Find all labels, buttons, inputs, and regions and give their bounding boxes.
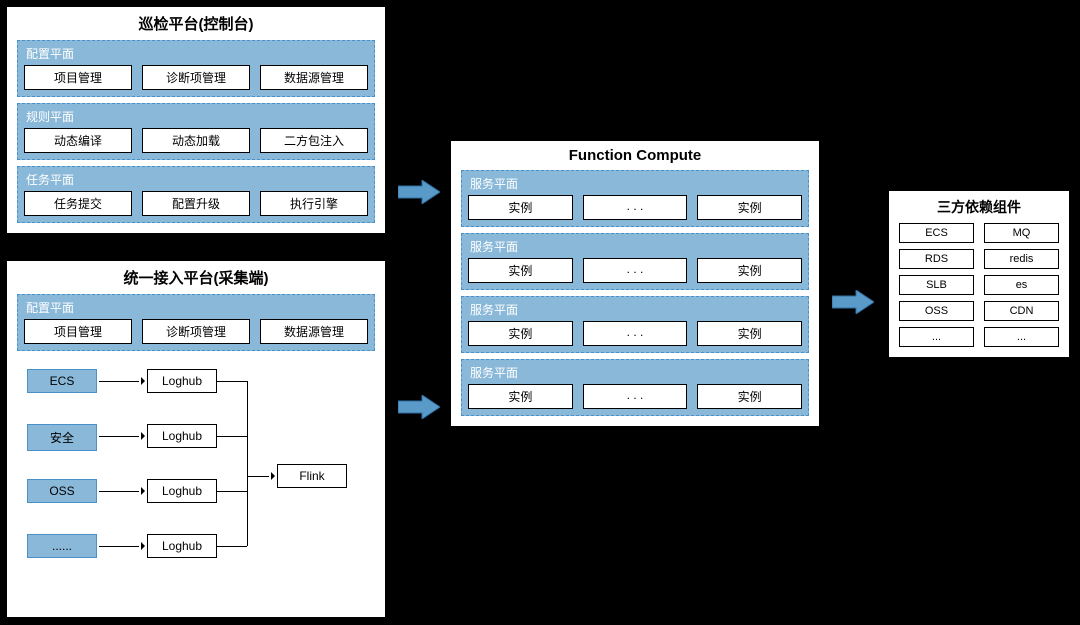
rule-plane: 规则平面 动态编译 动态加载 二方包注入 xyxy=(17,103,375,160)
dep-item: ... xyxy=(899,327,974,347)
access-title: 统一接入平台(采集端) xyxy=(17,267,375,288)
arrow-icon xyxy=(99,486,145,496)
instance-dots: . . . xyxy=(583,321,688,346)
plane-title: 配置平面 xyxy=(24,45,368,62)
instance-dots: . . . xyxy=(583,258,688,283)
instance-box: 实例 xyxy=(697,195,802,220)
rule-item: 二方包注入 xyxy=(260,128,368,153)
config-item: 诊断项管理 xyxy=(142,65,250,90)
access-panel: 统一接入平台(采集端) 配置平面 项目管理 诊断项管理 数据源管理 ECS 安全… xyxy=(6,260,386,618)
fc-panel: Function Compute 服务平面 实例 . . . 实例 服务平面 实… xyxy=(450,140,820,427)
dep-item: redis xyxy=(984,249,1059,269)
service-plane: 服务平面 实例 . . . 实例 xyxy=(461,233,809,290)
deps-panel: 三方依赖组件 ECS MQ RDS redis SLB es OSS CDN .… xyxy=(888,190,1070,358)
task-item: 执行引擎 xyxy=(260,191,368,216)
plane-title: 配置平面 xyxy=(24,299,368,316)
inspection-panel: 巡检平台(控制台) 配置平面 项目管理 诊断项管理 数据源管理 规则平面 动态编… xyxy=(6,6,386,234)
plane-title: 服务平面 xyxy=(468,301,802,318)
task-item: 配置升级 xyxy=(142,191,250,216)
plane-title: 服务平面 xyxy=(468,238,802,255)
dep-item: es xyxy=(984,275,1059,295)
task-item: 任务提交 xyxy=(24,191,132,216)
block-arrow-icon xyxy=(398,395,440,419)
loghub-box: Loghub xyxy=(147,369,217,393)
source-sec: 安全 xyxy=(27,424,97,451)
arrow-icon xyxy=(247,471,275,481)
connector-line xyxy=(217,436,247,437)
task-plane: 任务平面 任务提交 配置升级 执行引擎 xyxy=(17,166,375,223)
config-plane-1: 配置平面 项目管理 诊断项管理 数据源管理 xyxy=(17,40,375,97)
flow-grid: ECS 安全 OSS ...... Loghub Loghub Loghub L… xyxy=(17,359,375,569)
instance-dots: . . . xyxy=(583,384,688,409)
dep-item: MQ xyxy=(984,223,1059,243)
source-more: ...... xyxy=(27,534,97,558)
instance-box: 实例 xyxy=(468,195,573,220)
dep-item: SLB xyxy=(899,275,974,295)
config-item: 数据源管理 xyxy=(260,65,368,90)
rule-item: 动态编译 xyxy=(24,128,132,153)
block-arrow-icon xyxy=(398,180,440,204)
plane-title: 任务平面 xyxy=(24,171,368,188)
loghub-box: Loghub xyxy=(147,534,217,558)
fc-title: Function Compute xyxy=(461,147,809,164)
dep-item: ... xyxy=(984,327,1059,347)
arrow-icon xyxy=(99,376,145,386)
connector-line xyxy=(217,381,247,382)
deps-title: 三方依赖组件 xyxy=(899,197,1059,217)
instance-dots: . . . xyxy=(583,195,688,220)
config-item: 项目管理 xyxy=(24,65,132,90)
arrow-icon xyxy=(99,541,145,551)
service-plane: 服务平面 实例 . . . 实例 xyxy=(461,359,809,416)
loghub-box: Loghub xyxy=(147,479,217,503)
instance-box: 实例 xyxy=(468,258,573,283)
dep-item: OSS xyxy=(899,301,974,321)
flink-box: Flink xyxy=(277,464,347,488)
dep-item: RDS xyxy=(899,249,974,269)
instance-box: 实例 xyxy=(468,321,573,346)
loghub-box: Loghub xyxy=(147,424,217,448)
plane-title: 服务平面 xyxy=(468,364,802,381)
plane-title: 服务平面 xyxy=(468,175,802,192)
connector-line xyxy=(217,546,247,547)
instance-box: 实例 xyxy=(468,384,573,409)
rule-item: 动态加载 xyxy=(142,128,250,153)
dep-item: CDN xyxy=(984,301,1059,321)
dep-item: ECS xyxy=(899,223,974,243)
config-item: 诊断项管理 xyxy=(142,319,250,344)
instance-box: 实例 xyxy=(697,384,802,409)
connector-line xyxy=(217,491,247,492)
arrow-icon xyxy=(99,431,145,441)
service-plane: 服务平面 实例 . . . 实例 xyxy=(461,170,809,227)
source-ecs: ECS xyxy=(27,369,97,393)
service-plane: 服务平面 实例 . . . 实例 xyxy=(461,296,809,353)
instance-box: 实例 xyxy=(697,258,802,283)
instance-box: 实例 xyxy=(697,321,802,346)
connector-line xyxy=(247,381,248,546)
block-arrow-icon xyxy=(832,290,874,314)
config-plane-2: 配置平面 项目管理 诊断项管理 数据源管理 xyxy=(17,294,375,351)
config-item: 数据源管理 xyxy=(260,319,368,344)
config-item: 项目管理 xyxy=(24,319,132,344)
source-oss: OSS xyxy=(27,479,97,503)
plane-title: 规则平面 xyxy=(24,108,368,125)
inspection-title: 巡检平台(控制台) xyxy=(17,13,375,34)
